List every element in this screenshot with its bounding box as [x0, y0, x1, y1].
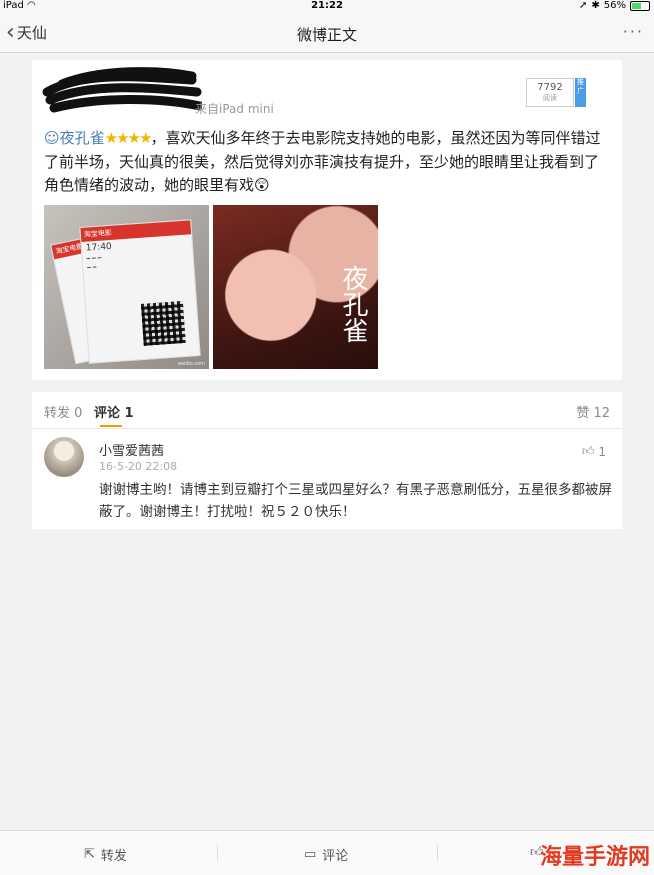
comment-author[interactable]: 小雪爱茜茜 [99, 440, 164, 459]
status-time: 21:22 [311, 0, 343, 11]
comment-like-count: 1 [598, 444, 606, 459]
battery-percent: 56% [603, 0, 626, 11]
tab-repost[interactable]: 转发 0 [44, 402, 82, 421]
nav-bar: ‹ 天仙 微博正文 ··· [0, 14, 654, 53]
share-icon: ⇱ [84, 847, 95, 862]
toolbar-divider [437, 845, 438, 861]
ticket-photo[interactable]: 淘宝电影 淘宝电影 17:40 ━ ━ ━ ━ ━ weibo.com [44, 205, 209, 369]
comment-text: 谢谢博主哟！请博主到豆瓣打个三星或四星好么？有黑子恶意刷低分，五星很多都被屏蔽了… [99, 482, 612, 520]
comment-button[interactable]: ▭ 评论 [304, 845, 348, 864]
site-watermark: 海量手游网 [539, 845, 650, 870]
ticket-front: 淘宝电影 17:40 ━ ━ ━ ━ ━ [79, 219, 201, 364]
battery-icon [630, 0, 650, 11]
qr-code-icon [140, 301, 186, 346]
redacted-username-scribble [42, 67, 202, 113]
post-tabs: 转发 0 评论 1 赞 12 [32, 392, 622, 429]
view-count-label: 阅读 [543, 94, 557, 102]
toolbar-divider [217, 845, 218, 861]
view-count: 7792 [537, 82, 563, 93]
image-watermark: weibo.com [178, 361, 205, 367]
comment-like-button[interactable]: 👍︎ 1 [582, 444, 606, 459]
active-tab-indicator [100, 425, 122, 427]
repost-label: 转发 [100, 849, 127, 864]
post-user-link[interactable]: 夜孔雀 [60, 129, 105, 147]
comment-time: 16-5-20 22:08 [99, 460, 178, 473]
status-bar: iPad ◠ 21:22 ➚ ✱ 56% [0, 0, 654, 14]
post-source: 来自iPad mini [195, 102, 274, 116]
more-options-icon[interactable]: ··· [623, 22, 644, 41]
avatar[interactable] [44, 437, 84, 477]
comment-item: 小雪爱茜茜 16-5-20 22:08 👍︎ 1 谢谢博主哟！请博主到豆瓣打个三… [32, 429, 622, 529]
comment-icon: ▭ [304, 847, 317, 862]
post-body: ☺夜孔雀★★★★，喜欢天仙多年终于去电影院支持她的电影，虽然还因为等同伴错过了前… [44, 127, 609, 198]
repost-button[interactable]: ⇱ 转发 [84, 845, 127, 864]
tab-likes[interactable]: 赞 12 [576, 402, 610, 421]
post-card: 来自iPad mini 7792 阅读 推广 ☺夜孔雀★★★★，喜欢天仙多年终于… [32, 60, 622, 380]
promote-tag[interactable]: 推广 [575, 78, 586, 107]
thumbs-up-icon: 👍︎ [581, 444, 595, 458]
location-icon: ➚ [578, 0, 588, 11]
emoticon-icon: ☺ [44, 129, 60, 147]
surprised-emoji: 😲 [254, 176, 270, 194]
bluetooth-icon: ✱ [591, 0, 600, 11]
rating-stars: ★★★★ [104, 129, 153, 147]
bottom-toolbar: ⇱ 转发 ▭ 评论 👍︎ 海量手游网 [0, 830, 654, 875]
movie-poster-photo[interactable]: 夜孔雀 [213, 205, 378, 369]
page-title: 微博正文 [296, 26, 357, 44]
poster-title: 夜孔雀 [338, 265, 368, 343]
tab-comments[interactable]: 评论 1 [94, 402, 134, 421]
comment-label: 评论 [322, 849, 349, 864]
view-count-box: 7792 阅读 [526, 78, 574, 107]
